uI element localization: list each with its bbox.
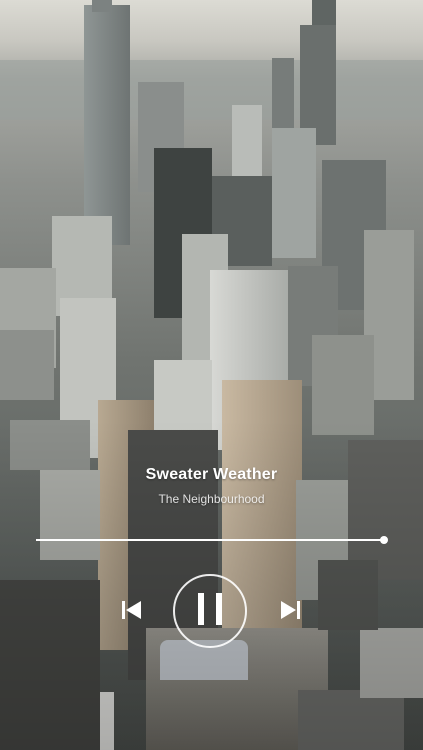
playback-controls	[0, 574, 423, 650]
previous-button[interactable]	[116, 598, 148, 626]
track-artist: The Neighbourhood	[158, 492, 265, 506]
next-button[interactable]	[274, 598, 306, 626]
progress-knob[interactable]	[380, 536, 388, 544]
progress-bar[interactable]	[36, 536, 388, 544]
progress-fill	[36, 539, 384, 541]
track-title: Sweater Weather	[145, 466, 278, 483]
pause-button[interactable]	[173, 574, 247, 648]
pause-icon	[196, 592, 224, 631]
skip-next-icon	[279, 600, 301, 625]
track-info: Sweater Weather The Neighbourhood	[0, 466, 423, 506]
skip-previous-icon	[121, 600, 143, 625]
